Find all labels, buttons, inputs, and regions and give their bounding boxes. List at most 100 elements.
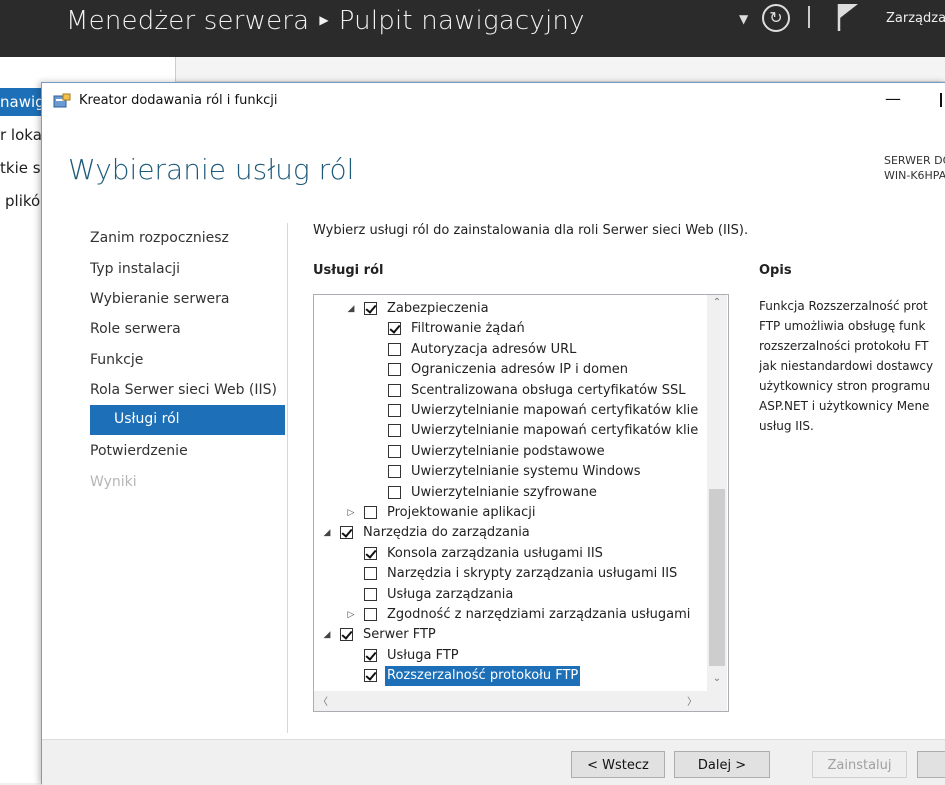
previous-button[interactable]: < Wstecz: [571, 751, 665, 778]
checkbox[interactable]: [388, 485, 401, 499]
manage-menu[interactable]: Zarządza: [886, 11, 945, 26]
checkbox[interactable]: [364, 648, 377, 662]
description-text: Funkcja Rozszerzalność prot FTP umożliwi…: [759, 296, 945, 436]
scrollbar-corner: [707, 691, 727, 711]
tree-item-label: Narzędzia do zarządzania: [363, 525, 530, 541]
checkbox[interactable]: [364, 506, 377, 519]
tree-item[interactable]: ▷ Projektowanie aplikacji: [314, 503, 707, 523]
notification-flag-icon[interactable]: [836, 2, 860, 32]
expanded-arrow-icon[interactable]: ◢: [322, 523, 332, 543]
checkbox[interactable]: [340, 526, 353, 540]
tree-item[interactable]: Narzędzia i skrypty zarządzania usługami…: [314, 564, 707, 584]
checkbox[interactable]: [364, 587, 377, 601]
checkbox[interactable]: [388, 342, 401, 356]
description-line: ASP.NET i użytkownicy Mene: [759, 399, 930, 413]
horizontal-scrollbar[interactable]: 〈 〉: [314, 691, 707, 711]
sidebar-item-all-servers[interactable]: tkie s: [0, 154, 41, 182]
checkbox[interactable]: [388, 424, 401, 438]
toolbar-separator: [808, 6, 810, 28]
tree-item[interactable]: Uwierzytelnianie mapowań certyfikatów kl…: [314, 401, 707, 421]
checkbox[interactable]: [388, 363, 401, 377]
step-installation-type[interactable]: Typ instalacji: [90, 261, 180, 277]
add-roles-wizard-window: Kreator dodawania ról i funkcji — Wybier…: [41, 82, 945, 785]
checkbox[interactable]: [388, 383, 401, 397]
refresh-icon[interactable]: ↻: [762, 4, 790, 32]
checkbox[interactable]: [364, 302, 377, 315]
tree-item-label: Narzędzia i skrypty zarządzania usługami…: [387, 566, 678, 582]
tree-item[interactable]: Usługa zarządzania: [314, 585, 707, 605]
tree-item[interactable]: ▷ Zgodność z narzędziami zarządzania usłu…: [314, 605, 707, 625]
collapsed-arrow-icon[interactable]: ▷: [346, 503, 356, 523]
tree-item-label: Ograniczenia adresów IP i domen: [411, 362, 628, 378]
tree-item[interactable]: Autoryzacja adresów URL: [314, 340, 707, 360]
step-role-services[interactable]: Usługi ról: [90, 405, 285, 435]
description-line: jak niestandardowi dostawcy: [759, 359, 934, 373]
wizard-footer: < Wstecz Dalej > Zainstaluj: [42, 739, 945, 785]
sidebar-item-file-services[interactable]: plikó: [5, 187, 40, 215]
breadcrumb-arrow-icon: ▶: [319, 12, 329, 27]
description-line: rozszerzalności protokołu FT: [759, 339, 929, 353]
tree-item[interactable]: Rozszerzalność protokołu FTP: [314, 666, 707, 687]
tree-item[interactable]: Konsola zarządzania usługami IIS: [314, 544, 707, 564]
step-confirmation[interactable]: Potwierdzenie: [90, 443, 188, 459]
scroll-down-icon[interactable]: ⌄: [707, 673, 727, 684]
role-services-tree[interactable]: Rozszerzalność protokołu FTP Usługa FTP ◢ S…: [313, 294, 729, 712]
description-line: Funkcja Rozszerzalność prot: [759, 299, 928, 313]
scroll-left-icon[interactable]: 〈: [318, 693, 328, 708]
tree-item-label: Serwer FTP: [363, 627, 436, 643]
checkbox[interactable]: [388, 444, 401, 458]
step-features[interactable]: Funkcje: [90, 352, 143, 368]
install-button: Zainstaluj: [812, 751, 907, 778]
sidebar-item-dashboard[interactable]: nawig: [0, 88, 42, 116]
expanded-arrow-icon[interactable]: ◢: [346, 299, 356, 319]
checkbox[interactable]: [364, 567, 377, 581]
tree-item[interactable]: Uwierzytelnianie systemu Windows: [314, 462, 707, 482]
tree-item-label: Scentralizowana obsługa certyfikatów SSL: [411, 382, 686, 398]
scrollbar-thumb[interactable]: [709, 489, 725, 666]
scroll-right-icon[interactable]: 〉: [687, 693, 697, 708]
tree-item[interactable]: Ograniczenia adresów IP i domen: [314, 360, 707, 380]
checkbox[interactable]: [388, 404, 401, 417]
tree-item-label: Uwierzytelnianie mapowań certyfikatów kl…: [411, 403, 699, 418]
wizard-window-title: Kreator dodawania ról i funkcji: [79, 93, 278, 108]
maximize-button[interactable]: [940, 93, 945, 107]
minimize-button[interactable]: —: [885, 89, 901, 108]
expanded-arrow-icon[interactable]: ◢: [322, 625, 332, 645]
tree-item[interactable]: ◢ Zabezpieczenia: [314, 299, 707, 319]
collapsed-arrow-icon[interactable]: ▷: [346, 605, 356, 625]
tree-item-label: Rozszerzalność protokołu FTP: [385, 666, 581, 687]
next-button[interactable]: Dalej >: [674, 751, 770, 778]
tree-item-label: Uwierzytelnianie szyfrowane: [411, 484, 597, 500]
tree-item[interactable]: ◢ Narzędzia do zarządzania: [314, 523, 707, 543]
step-before-you-begin[interactable]: Zanim rozpoczniesz: [90, 230, 229, 246]
checkbox[interactable]: [364, 669, 377, 683]
tree-item[interactable]: Uwierzytelnianie szyfrowane: [314, 483, 707, 503]
server-manager-title: Menedżer serwera ▶ Pulpit nawigacyjny: [66, 6, 585, 36]
sidebar-item-local-server[interactable]: r loka: [0, 121, 42, 149]
dropdown-caret-icon[interactable]: ▼: [739, 12, 748, 26]
description-line: usług IIS.: [759, 419, 814, 433]
tree-item[interactable]: ◢ Serwer FTP: [314, 625, 707, 645]
destination-server-label: SERWER DO WIN-K6HPA: [884, 153, 945, 183]
tree-item-label: Zgodność z narzędziami zarządzania usług…: [387, 607, 691, 622]
tree-item[interactable]: Uwierzytelnianie mapowań certyfikatów kl…: [314, 421, 707, 441]
tree-item[interactable]: Uwierzytelnianie podstawowe: [314, 442, 707, 462]
tree-item-label: Uwierzytelnianie systemu Windows: [411, 464, 641, 480]
step-web-server-role[interactable]: Rola Serwer sieci Web (IIS): [90, 382, 277, 398]
tree-item[interactable]: Filtrowanie żądań: [314, 319, 707, 339]
cancel-button[interactable]: [917, 751, 945, 778]
vertical-scrollbar[interactable]: ⌃ ⌄: [707, 295, 727, 691]
tree-item[interactable]: Usługa FTP: [314, 646, 707, 666]
checkbox[interactable]: [388, 322, 401, 336]
checkbox[interactable]: [364, 546, 377, 560]
server-manager-header: Menedżer serwera ▶ Pulpit nawigacyjny ▼ ↻ …: [0, 0, 945, 57]
scroll-up-icon[interactable]: ⌃: [707, 297, 727, 308]
checkbox[interactable]: [364, 608, 377, 621]
tree-item[interactable]: Scentralizowana obsługa certyfikatów SSL: [314, 381, 707, 401]
step-server-selection[interactable]: Wybieranie serwera: [90, 291, 230, 307]
wizard-app-icon: [53, 93, 71, 108]
checkbox[interactable]: [388, 465, 401, 479]
step-server-roles[interactable]: Role serwera: [90, 321, 181, 337]
checkbox[interactable]: [340, 628, 353, 642]
description-line: użytkownicy stron programu: [759, 379, 931, 393]
